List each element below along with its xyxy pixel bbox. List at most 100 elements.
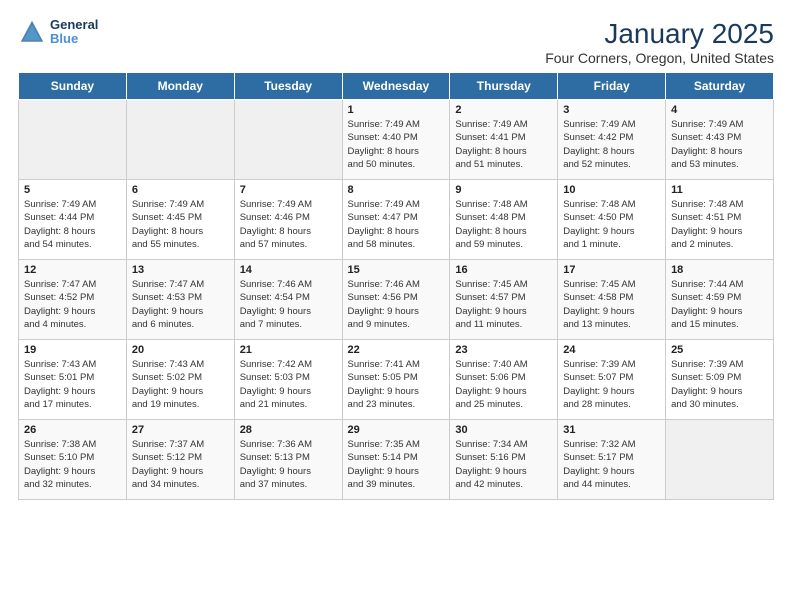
day-number: 27 <box>132 424 229 436</box>
calendar-cell: 21 Sunrise: 7:42 AMSunset: 5:03 PMDayligh… <box>234 340 342 420</box>
day-number: 16 <box>455 264 552 276</box>
day-info: Sunrise: 7:44 AMSunset: 4:59 PMDaylight:… <box>671 278 768 331</box>
day-info: Sunrise: 7:32 AMSunset: 5:17 PMDaylight:… <box>563 438 660 491</box>
day-number: 10 <box>563 184 660 196</box>
calendar-cell: 3 Sunrise: 7:49 AMSunset: 4:42 PMDaylight… <box>558 100 666 180</box>
day-info: Sunrise: 7:47 AMSunset: 4:52 PMDaylight:… <box>24 278 121 331</box>
calendar-week-5: 26 Sunrise: 7:38 AMSunset: 5:10 PMDayligh… <box>19 420 774 500</box>
calendar-cell: 16 Sunrise: 7:45 AMSunset: 4:57 PMDayligh… <box>450 260 558 340</box>
day-info: Sunrise: 7:49 AMSunset: 4:44 PMDaylight:… <box>24 198 121 251</box>
calendar-cell: 9 Sunrise: 7:48 AMSunset: 4:48 PMDaylight… <box>450 180 558 260</box>
day-number: 26 <box>24 424 121 436</box>
day-number: 18 <box>671 264 768 276</box>
day-info: Sunrise: 7:42 AMSunset: 5:03 PMDaylight:… <box>240 358 337 411</box>
day-number: 17 <box>563 264 660 276</box>
calendar-cell: 5 Sunrise: 7:49 AMSunset: 4:44 PMDaylight… <box>19 180 127 260</box>
day-number: 22 <box>348 344 445 356</box>
day-number: 5 <box>24 184 121 196</box>
day-number: 30 <box>455 424 552 436</box>
day-info: Sunrise: 7:43 AMSunset: 5:02 PMDaylight:… <box>132 358 229 411</box>
day-number: 6 <box>132 184 229 196</box>
calendar-cell <box>19 100 127 180</box>
calendar-table: SundayMondayTuesdayWednesdayThursdayFrid… <box>18 72 774 500</box>
day-info: Sunrise: 7:38 AMSunset: 5:10 PMDaylight:… <box>24 438 121 491</box>
day-info: Sunrise: 7:48 AMSunset: 4:48 PMDaylight:… <box>455 198 552 251</box>
calendar-cell: 8Sunrise: 7:49 AMSunset: 4:47 PMDaylight… <box>342 180 450 260</box>
day-number: 21 <box>240 344 337 356</box>
calendar-cell: 12Sunrise: 7:47 AMSunset: 4:52 PMDayligh… <box>19 260 127 340</box>
calendar-cell: 27 Sunrise: 7:37 AMSunset: 5:12 PMDayligh… <box>126 420 234 500</box>
header: General Blue January 2025 Four Corners, … <box>18 18 774 66</box>
day-number: 9 <box>455 184 552 196</box>
calendar-cell <box>234 100 342 180</box>
calendar-week-3: 12Sunrise: 7:47 AMSunset: 4:52 PMDayligh… <box>19 260 774 340</box>
page-container: General Blue January 2025 Four Corners, … <box>0 0 792 510</box>
day-number: 1 <box>348 104 445 116</box>
day-info: Sunrise: 7:40 AMSunset: 5:06 PMDaylight:… <box>455 358 552 411</box>
day-info: Sunrise: 7:48 AMSunset: 4:51 PMDaylight:… <box>671 198 768 251</box>
day-number: 14 <box>240 264 337 276</box>
day-number: 13 <box>132 264 229 276</box>
day-info: Sunrise: 7:47 AMSunset: 4:53 PMDaylight:… <box>132 278 229 331</box>
day-info: Sunrise: 7:49 AMSunset: 4:47 PMDaylight:… <box>348 198 445 251</box>
day-info: Sunrise: 7:43 AMSunset: 5:01 PMDaylight:… <box>24 358 121 411</box>
calendar-cell: 1Sunrise: 7:49 AMSunset: 4:40 PMDaylight… <box>342 100 450 180</box>
day-info: Sunrise: 7:45 AMSunset: 4:58 PMDaylight:… <box>563 278 660 331</box>
calendar-cell: 24 Sunrise: 7:39 AMSunset: 5:07 PMDayligh… <box>558 340 666 420</box>
day-info: Sunrise: 7:41 AMSunset: 5:05 PMDaylight:… <box>348 358 445 411</box>
calendar-cell: 31 Sunrise: 7:32 AMSunset: 5:17 PMDayligh… <box>558 420 666 500</box>
day-info: Sunrise: 7:46 AMSunset: 4:54 PMDaylight:… <box>240 278 337 331</box>
col-header-saturday: Saturday <box>666 73 774 100</box>
day-number: 15 <box>348 264 445 276</box>
calendar-header-row: SundayMondayTuesdayWednesdayThursdayFrid… <box>19 73 774 100</box>
day-info: Sunrise: 7:39 AMSunset: 5:07 PMDaylight:… <box>563 358 660 411</box>
day-info: Sunrise: 7:39 AMSunset: 5:09 PMDaylight:… <box>671 358 768 411</box>
day-info: Sunrise: 7:49 AMSunset: 4:45 PMDaylight:… <box>132 198 229 251</box>
day-number: 29 <box>348 424 445 436</box>
col-header-thursday: Thursday <box>450 73 558 100</box>
day-number: 31 <box>563 424 660 436</box>
calendar-week-4: 19 Sunrise: 7:43 AMSunset: 5:01 PMDayligh… <box>19 340 774 420</box>
calendar-cell <box>126 100 234 180</box>
calendar-cell: 15 Sunrise: 7:46 AMSunset: 4:56 PMDayligh… <box>342 260 450 340</box>
calendar-cell: 18 Sunrise: 7:44 AMSunset: 4:59 PMDayligh… <box>666 260 774 340</box>
day-info: Sunrise: 7:46 AMSunset: 4:56 PMDaylight:… <box>348 278 445 331</box>
day-number: 19 <box>24 344 121 356</box>
day-number: 11 <box>671 184 768 196</box>
day-number: 24 <box>563 344 660 356</box>
calendar-cell: 7Sunrise: 7:49 AMSunset: 4:46 PMDaylight… <box>234 180 342 260</box>
day-info: Sunrise: 7:49 AMSunset: 4:42 PMDaylight:… <box>563 118 660 171</box>
calendar-cell <box>666 420 774 500</box>
day-info: Sunrise: 7:48 AMSunset: 4:50 PMDaylight:… <box>563 198 660 251</box>
day-info: Sunrise: 7:49 AMSunset: 4:43 PMDaylight:… <box>671 118 768 171</box>
col-header-friday: Friday <box>558 73 666 100</box>
logo: General Blue <box>18 18 98 47</box>
day-info: Sunrise: 7:37 AMSunset: 5:12 PMDaylight:… <box>132 438 229 491</box>
day-number: 3 <box>563 104 660 116</box>
calendar-cell: 10 Sunrise: 7:48 AMSunset: 4:50 PMDayligh… <box>558 180 666 260</box>
subtitle: Four Corners, Oregon, United States <box>545 50 774 66</box>
calendar-cell: 23Sunrise: 7:40 AMSunset: 5:06 PMDayligh… <box>450 340 558 420</box>
calendar-cell: 6 Sunrise: 7:49 AMSunset: 4:45 PMDaylight… <box>126 180 234 260</box>
calendar-cell: 19 Sunrise: 7:43 AMSunset: 5:01 PMDayligh… <box>19 340 127 420</box>
col-header-wednesday: Wednesday <box>342 73 450 100</box>
calendar-cell: 13 Sunrise: 7:47 AMSunset: 4:53 PMDayligh… <box>126 260 234 340</box>
logo-text: General Blue <box>50 18 98 47</box>
calendar-cell: 26 Sunrise: 7:38 AMSunset: 5:10 PMDayligh… <box>19 420 127 500</box>
calendar-cell: 4Sunrise: 7:49 AMSunset: 4:43 PMDaylight… <box>666 100 774 180</box>
calendar-cell: 25 Sunrise: 7:39 AMSunset: 5:09 PMDayligh… <box>666 340 774 420</box>
day-number: 28 <box>240 424 337 436</box>
day-info: Sunrise: 7:35 AMSunset: 5:14 PMDaylight:… <box>348 438 445 491</box>
day-info: Sunrise: 7:34 AMSunset: 5:16 PMDaylight:… <box>455 438 552 491</box>
title-block: January 2025 Four Corners, Oregon, Unite… <box>545 18 774 66</box>
calendar-week-1: 1Sunrise: 7:49 AMSunset: 4:40 PMDaylight… <box>19 100 774 180</box>
calendar-cell: 11 Sunrise: 7:48 AMSunset: 4:51 PMDayligh… <box>666 180 774 260</box>
day-number: 20 <box>132 344 229 356</box>
day-number: 25 <box>671 344 768 356</box>
col-header-tuesday: Tuesday <box>234 73 342 100</box>
day-info: Sunrise: 7:45 AMSunset: 4:57 PMDaylight:… <box>455 278 552 331</box>
day-info: Sunrise: 7:36 AMSunset: 5:13 PMDaylight:… <box>240 438 337 491</box>
calendar-cell: 22 Sunrise: 7:41 AMSunset: 5:05 PMDayligh… <box>342 340 450 420</box>
calendar-cell: 17 Sunrise: 7:45 AMSunset: 4:58 PMDayligh… <box>558 260 666 340</box>
calendar-cell: 14 Sunrise: 7:46 AMSunset: 4:54 PMDayligh… <box>234 260 342 340</box>
